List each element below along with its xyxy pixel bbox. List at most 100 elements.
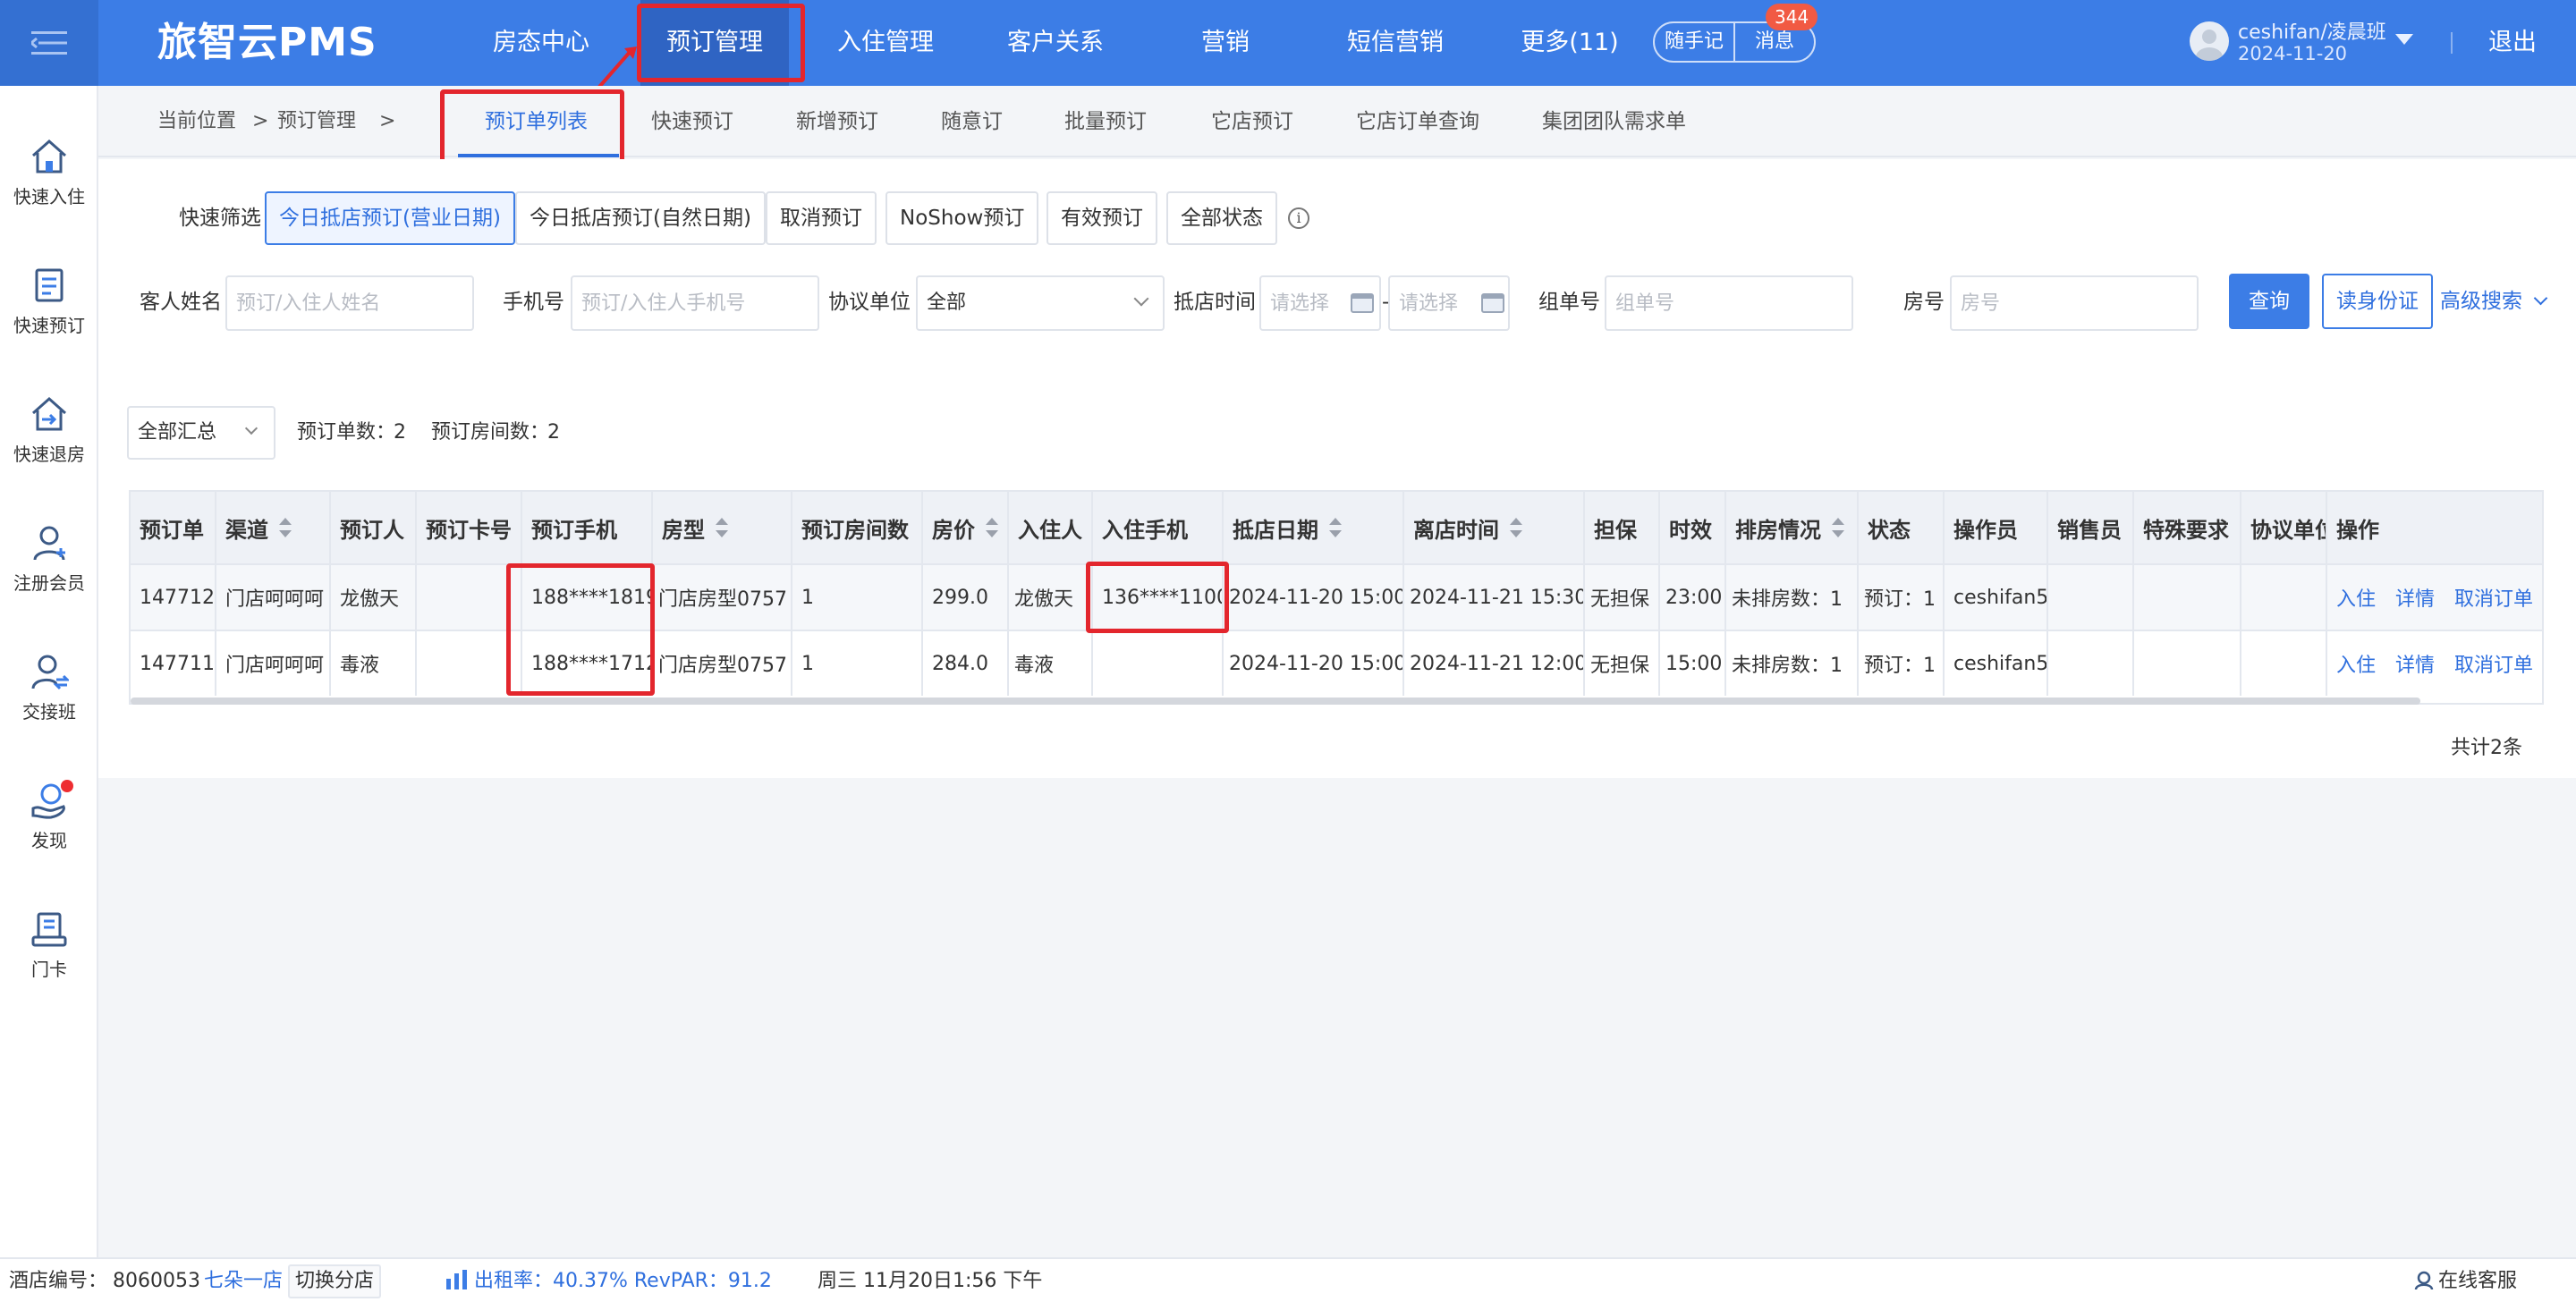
nav-sms[interactable]: 短信营销	[1324, 0, 1467, 86]
sort-icon[interactable]	[716, 518, 728, 537]
col-label: 操作员	[1953, 517, 2018, 543]
sort-icon[interactable]	[279, 518, 292, 537]
top-bar: 旅智云PMS 房态中心 预订管理 入住管理 客户关系 营销 短信营销 更多(11…	[0, 0, 2576, 86]
chevron-down-icon[interactable]	[2395, 34, 2413, 45]
col-status[interactable]: 状态	[1859, 492, 1945, 563]
hotel-name-link[interactable]: 七朵一店	[204, 1259, 283, 1302]
col-operator[interactable]: 操作员	[1945, 492, 2048, 563]
headset-icon	[2414, 1271, 2434, 1290]
tab-quick-booking[interactable]: 快速预订	[651, 86, 733, 157]
tab-casual-booking[interactable]: 随意订	[941, 86, 1003, 157]
col-label: 排房情况	[1735, 517, 1821, 543]
horizontal-scrollbar[interactable]	[131, 698, 2420, 705]
nav-marketing[interactable]: 营销	[1181, 0, 1270, 86]
nav-checkin[interactable]: 入住管理	[814, 0, 957, 86]
calendar-icon[interactable]	[1481, 293, 1504, 313]
sort-icon[interactable]	[986, 518, 998, 537]
col-salesperson[interactable]: 销售员	[2048, 492, 2134, 563]
sort-icon[interactable]	[1510, 518, 1522, 537]
advanced-search-link[interactable]: 高级搜索	[2440, 274, 2548, 329]
cell-departure-time: 2024-11-21 15:30	[1404, 565, 1585, 630]
occupancy-stats[interactable]: 出租率：40.37% RevPAR：91.2	[445, 1259, 772, 1302]
col-arrival-date[interactable]: 抵店日期	[1224, 492, 1404, 563]
col-order-no[interactable]: 预订单	[131, 492, 216, 563]
checkin-link[interactable]: 入住	[2336, 583, 2376, 612]
query-button[interactable]: 查询	[2229, 274, 2309, 329]
switch-branch-button[interactable]: 切换分店	[288, 1264, 382, 1298]
sidebar-item-quick-checkout[interactable]: 快速退房	[0, 395, 98, 466]
room-count-label: 预订房间数：	[431, 421, 550, 444]
sort-icon[interactable]	[1329, 518, 1342, 537]
sidebar-item-quick-booking[interactable]: 快速预订	[0, 266, 98, 337]
details-link[interactable]: 详情	[2395, 649, 2435, 678]
tab-batch-booking[interactable]: 批量预订	[1064, 86, 1147, 157]
col-label: 时效	[1669, 517, 1712, 543]
col-validity[interactable]: 时效	[1660, 492, 1726, 563]
filter-today-arrival-natural[interactable]: 今日抵店预订(自然日期)	[515, 191, 766, 245]
tab-group-demand[interactable]: 集团团队需求单	[1542, 86, 1686, 157]
online-support-button[interactable]: 在线客服	[2413, 1259, 2517, 1302]
col-label: 渠道	[225, 517, 268, 543]
card-icon	[31, 912, 67, 947]
tab-reservation-list[interactable]: 预订单列表	[485, 86, 588, 157]
col-booking-phone[interactable]: 预订手机	[522, 492, 653, 563]
sidebar-item-shift-handover[interactable]: 交接班	[0, 653, 98, 723]
phone-input[interactable]	[571, 275, 819, 331]
filter-valid[interactable]: 有效预订	[1046, 191, 1157, 245]
sort-icon[interactable]	[1832, 518, 1844, 537]
col-price[interactable]: 房价	[923, 492, 1009, 563]
col-booking-card[interactable]: 预订卡号	[417, 492, 522, 563]
col-guest-phone[interactable]: 入住手机	[1093, 492, 1224, 563]
user-name[interactable]: ceshifan/凌晨班	[2238, 16, 2386, 45]
col-special-request[interactable]: 特殊要求	[2134, 492, 2241, 563]
col-room-assignment[interactable]: 排房情况	[1726, 492, 1859, 563]
sidebar-item-quick-checkin[interactable]: 快速入住	[0, 138, 98, 208]
avatar[interactable]	[2190, 21, 2229, 61]
col-guarantee[interactable]: 担保	[1585, 492, 1660, 563]
col-departure-time[interactable]: 离店时间	[1404, 492, 1585, 563]
sidebar-item-register-member[interactable]: 注册会员	[0, 524, 98, 595]
table-row[interactable]: 147712 门店呵呵呵 龙傲天 188****1819 门店房型0757 1 …	[131, 563, 2542, 630]
col-agreement[interactable]: 协议单位	[2241, 492, 2327, 563]
row-actions: 入住 详情 取消订单	[2336, 565, 2533, 630]
nav-more[interactable]: 更多(11)	[1512, 0, 1628, 86]
home-icon	[32, 139, 66, 173]
col-room-count[interactable]: 预订房间数	[792, 492, 923, 563]
checkin-link[interactable]: 入住	[2336, 649, 2376, 678]
nav-crm[interactable]: 客户关系	[984, 0, 1127, 86]
col-actions: 操作	[2327, 492, 2542, 563]
cancel-order-link[interactable]: 取消订单	[2454, 649, 2533, 678]
nav-reservation[interactable]: 预订管理	[640, 0, 789, 86]
logout-button[interactable]: 退出	[2488, 0, 2537, 86]
tab-other-store-order-query[interactable]: 它店订单查询	[1356, 86, 1479, 157]
col-label: 状态	[1868, 517, 1911, 543]
col-guest[interactable]: 入住人	[1009, 492, 1093, 563]
note-button[interactable]: 随手记	[1655, 23, 1735, 61]
sidebar-item-room-card[interactable]: 门卡	[0, 910, 98, 981]
group-no-input[interactable]	[1605, 275, 1853, 331]
calendar-icon[interactable]	[1351, 293, 1374, 313]
tab-new-booking[interactable]: 新增预订	[796, 86, 878, 157]
guest-name-input[interactable]	[225, 275, 474, 331]
menu-toggle-button[interactable]	[0, 0, 98, 86]
breadcrumb-section[interactable]: 预订管理	[277, 86, 356, 157]
agreement-select[interactable]: 全部	[916, 275, 1165, 331]
sidebar-item-discover[interactable]: 发现	[0, 780, 98, 852]
details-link[interactable]: 详情	[2395, 583, 2435, 612]
filter-cancelled[interactable]: 取消预订	[766, 191, 877, 245]
room-no-input[interactable]	[1950, 275, 2199, 331]
filter-noshow[interactable]: NoShow预订	[886, 191, 1039, 245]
tab-other-store-booking[interactable]: 它店预订	[1211, 86, 1293, 157]
cell-operator: ceshifan5	[1945, 631, 2048, 696]
summary-select[interactable]: 全部汇总	[127, 406, 275, 460]
read-id-card-button[interactable]: 读身份证	[2322, 274, 2433, 329]
cancel-order-link[interactable]: 取消订单	[2454, 583, 2533, 612]
filter-all-status[interactable]: 全部状态	[1166, 191, 1277, 245]
row-actions: 入住 详情 取消订单	[2336, 631, 2533, 696]
info-icon[interactable]: i	[1288, 207, 1309, 229]
filter-today-arrival-business[interactable]: 今日抵店预订(营业日期)	[265, 191, 515, 245]
table-row[interactable]: 147711 门店呵呵呵 毒液 188****1712 门店房型0757 1 2…	[131, 630, 2542, 696]
col-room-type[interactable]: 房型	[653, 492, 792, 563]
col-channel[interactable]: 渠道	[216, 492, 331, 563]
col-booker[interactable]: 预订人	[331, 492, 417, 563]
